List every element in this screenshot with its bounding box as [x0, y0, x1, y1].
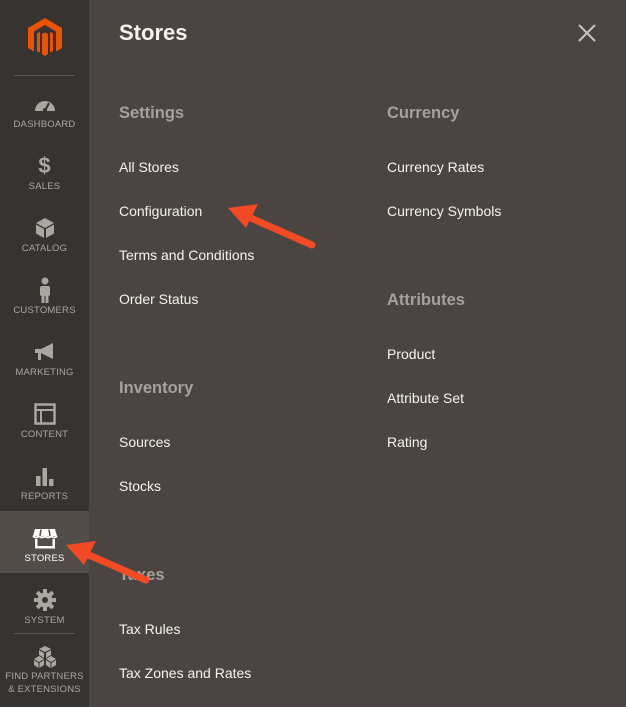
sidebar-item-reports[interactable]: REPORTS	[0, 449, 89, 511]
boxes-icon	[0, 645, 89, 669]
person-icon	[0, 277, 89, 303]
storefront-icon	[0, 526, 89, 550]
stores-menu-panel: Stores Settings All Stores Configuration…	[89, 0, 626, 707]
group-title-taxes: Taxes	[119, 566, 165, 584]
close-icon	[578, 24, 596, 42]
menu-link-attribute-set[interactable]: Attribute Set	[387, 390, 464, 406]
menu-link-rating[interactable]: Rating	[387, 434, 427, 450]
menu-link-tax-zones-and-rates[interactable]: Tax Zones and Rates	[119, 665, 251, 681]
megaphone-icon	[0, 340, 89, 364]
dollar-icon: $	[38, 153, 51, 178]
group-title-attributes: Attributes	[387, 291, 465, 309]
menu-link-order-status[interactable]: Order Status	[119, 291, 198, 307]
group-title-settings: Settings	[119, 104, 185, 122]
sidebar-item-customers[interactable]: CUSTOMERS	[0, 263, 89, 325]
layout-icon	[0, 402, 89, 426]
cube-icon	[0, 216, 89, 240]
dashboard-icon	[0, 92, 89, 116]
menu-link-all-stores[interactable]: All Stores	[119, 159, 179, 175]
magento-logo[interactable]	[0, 0, 89, 75]
menu-link-currency-rates[interactable]: Currency Rates	[387, 159, 484, 175]
sidebar-item-label: MARKETING	[15, 367, 74, 378]
menu-link-stocks[interactable]: Stocks	[119, 478, 161, 494]
sidebar-item-catalog[interactable]: CATALOG	[0, 201, 89, 263]
logo-divider	[14, 75, 75, 76]
group-title-inventory: Inventory	[119, 379, 194, 397]
gear-icon	[0, 588, 89, 612]
menu-link-currency-symbols[interactable]: Currency Symbols	[387, 203, 501, 219]
sidebar-item-label: SALES	[28, 181, 61, 192]
sidebar-item-label: DASHBOARD	[13, 119, 76, 130]
sidebar-item-label: CATALOG	[21, 243, 68, 254]
sidebar-item-label: CUSTOMERS	[13, 305, 76, 316]
menu-link-configuration[interactable]: Configuration	[119, 203, 202, 219]
magento-logo-icon	[27, 17, 62, 56]
sidebar-item-label: STORES	[24, 553, 65, 564]
sidebar-item-dashboard[interactable]: DASHBOARD	[0, 77, 89, 139]
sidebar-item-marketing[interactable]: MARKETING	[0, 325, 89, 387]
sidebar-item-label: REPORTS	[20, 491, 69, 502]
bar-chart-icon	[0, 464, 89, 488]
close-button[interactable]	[576, 22, 598, 44]
sidebar-item-label: CONTENT	[20, 429, 69, 440]
sidebar-item-label-line1: FIND PARTNERS	[5, 671, 84, 682]
sidebar-item-stores[interactable]: STORES	[0, 511, 89, 573]
panel-title: Stores	[119, 20, 188, 45]
menu-link-product[interactable]: Product	[387, 346, 435, 362]
sidebar-divider	[14, 633, 75, 634]
sidebar-item-label-wrap: FIND PARTNERS & EXTENSIONS	[0, 670, 89, 696]
sidebar-item-find-partners[interactable]: FIND PARTNERS & EXTENSIONS	[0, 635, 89, 707]
sidebar-item-content[interactable]: CONTENT	[0, 387, 89, 449]
group-title-currency: Currency	[387, 104, 460, 122]
admin-sidebar: DASHBOARD $ SALES CATALOG CUSTOMERS MARK…	[0, 0, 89, 707]
menu-link-tax-rules[interactable]: Tax Rules	[119, 621, 180, 637]
menu-link-sources[interactable]: Sources	[119, 434, 170, 450]
sidebar-item-label: SYSTEM	[24, 615, 65, 626]
menu-link-terms-and-conditions[interactable]: Terms and Conditions	[119, 247, 254, 263]
sidebar-item-system[interactable]: SYSTEM	[0, 573, 89, 635]
sidebar-item-sales[interactable]: $ SALES	[0, 139, 89, 201]
sidebar-item-label-line2: & EXTENSIONS	[8, 684, 81, 695]
